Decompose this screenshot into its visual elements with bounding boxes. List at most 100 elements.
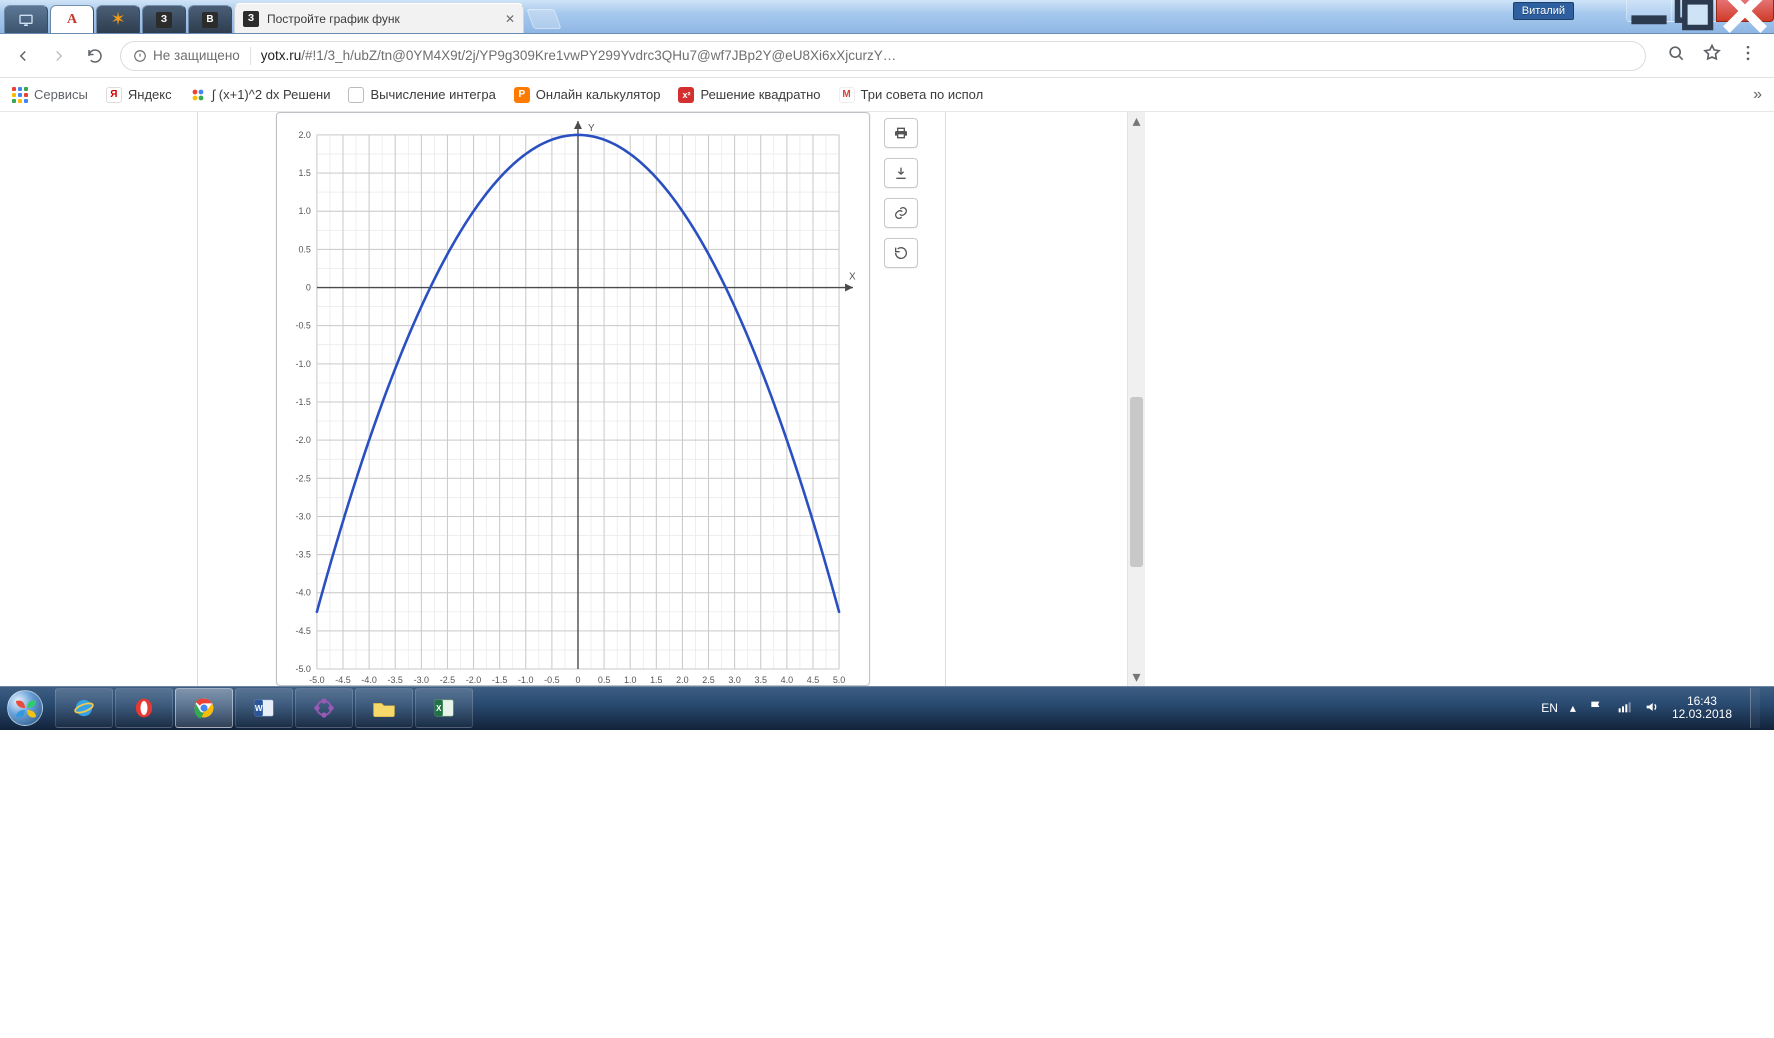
bookmark-favicon: M — [839, 87, 855, 103]
pinned-tab-5[interactable]: B — [188, 5, 232, 33]
omnibox-divider — [250, 47, 251, 65]
svg-text:-1.5: -1.5 — [492, 675, 507, 685]
close-button[interactable] — [1716, 0, 1774, 22]
pinned-tab-4[interactable]: З — [142, 5, 186, 33]
bookmark-favicon — [348, 87, 364, 103]
svg-text:-2.5: -2.5 — [295, 473, 310, 483]
bookmark-item-5[interactable]: M Три совета по испол — [839, 87, 984, 103]
bookmarks-overflow[interactable]: » — [1753, 86, 1762, 104]
pinned-tab-2[interactable]: A — [50, 5, 94, 33]
tray-language[interactable]: EN — [1541, 701, 1558, 715]
svg-text:0: 0 — [575, 675, 580, 685]
nav-forward-icon[interactable] — [48, 45, 70, 67]
tray-network-icon[interactable] — [1616, 699, 1632, 718]
bookmark-label: Вычисление интегра — [370, 87, 495, 102]
reload-icon[interactable] — [84, 45, 106, 67]
tray-flag-icon[interactable] — [1588, 699, 1604, 718]
download-button[interactable] — [884, 158, 918, 188]
tab-close-icon[interactable]: ✕ — [505, 12, 515, 26]
svg-text:X: X — [436, 704, 442, 713]
bookmark-item-2[interactable]: Вычисление интегра — [348, 87, 495, 103]
svg-text:-0.5: -0.5 — [544, 675, 559, 685]
star-icon[interactable] — [1702, 43, 1722, 68]
apps-label: Сервисы — [34, 87, 88, 102]
menu-icon[interactable] — [1738, 43, 1758, 68]
profile-chip[interactable]: Виталий — [1513, 2, 1574, 20]
bookmarks-bar: Сервисы Я Яндекс ∫ (x+1)^2 dx Решени Выч… — [0, 78, 1774, 112]
taskbar: W X EN ▴ 16:43 12.03.2018 — [0, 686, 1774, 730]
bookmark-label: Онлайн калькулятор — [536, 87, 661, 102]
svg-text:3.0: 3.0 — [728, 675, 740, 685]
svg-text:Y: Y — [588, 123, 595, 134]
omnibox[interactable]: Не защищено yotx.ru/#!1/3_h/ubZ/tn@0YM4X… — [120, 41, 1646, 71]
security-status-text: Не защищено — [153, 48, 240, 63]
pinned-tab-1[interactable] — [4, 5, 48, 33]
minimize-button[interactable] — [1626, 0, 1672, 22]
svg-text:-2.0: -2.0 — [295, 435, 310, 445]
svg-text:3.5: 3.5 — [755, 675, 767, 685]
address-bar: Не защищено yotx.ru/#!1/3_h/ubZ/tn@0YM4X… — [0, 34, 1774, 78]
bookmark-label: Три совета по испол — [861, 87, 984, 102]
svg-text:4.0: 4.0 — [781, 675, 793, 685]
windows-orb-icon — [7, 690, 43, 726]
taskbar-ie[interactable] — [55, 688, 113, 728]
svg-text:-1.0: -1.0 — [295, 359, 310, 369]
svg-text:0: 0 — [306, 283, 311, 293]
share-button[interactable] — [884, 238, 918, 268]
taskbar-excel[interactable]: X — [415, 688, 473, 728]
svg-text:2.0: 2.0 — [298, 130, 310, 140]
link-button[interactable] — [884, 198, 918, 228]
url-text: yotx.ru/#!1/3_h/ubZ/tn@0YM4X9t/2j/YP9g30… — [261, 48, 1633, 63]
tray-volume-icon[interactable] — [1644, 699, 1660, 718]
bookmark-favicon: x² — [678, 87, 694, 103]
window-titlebar: A ✶ З B З Постройте график функ ✕ Витали… — [0, 0, 1774, 34]
taskbar-word[interactable]: W — [235, 688, 293, 728]
zoom-icon[interactable] — [1666, 43, 1686, 68]
svg-text:W: W — [255, 704, 263, 713]
svg-text:-1.5: -1.5 — [295, 397, 310, 407]
svg-text:1.5: 1.5 — [650, 675, 662, 685]
tray-chevron-up-icon[interactable]: ▴ — [1570, 701, 1576, 715]
chart-svg: YX2.01.51.00.50-0.5-1.0-1.5-2.0-2.5-3.0-… — [277, 113, 869, 685]
svg-text:-4.5: -4.5 — [295, 626, 310, 636]
active-tab-title: Постройте график функ — [267, 12, 400, 26]
svg-text:2.5: 2.5 — [702, 675, 714, 685]
taskbar-explorer[interactable] — [355, 688, 413, 728]
security-status: Не защищено — [133, 48, 240, 63]
print-button[interactable] — [884, 118, 918, 148]
address-actions — [1666, 43, 1758, 68]
new-tab-button[interactable] — [526, 9, 561, 29]
nav-back-icon[interactable] — [12, 45, 34, 67]
taskbar-geogebra[interactable] — [295, 688, 353, 728]
scrollbar-vertical[interactable]: ▴ ▾ — [1127, 112, 1145, 686]
svg-text:-3.0: -3.0 — [414, 675, 429, 685]
svg-text:-3.5: -3.5 — [295, 550, 310, 560]
start-button[interactable] — [0, 686, 50, 730]
svg-text:1.5: 1.5 — [298, 168, 310, 178]
bookmark-label: ∫ (x+1)^2 dx Решени — [212, 87, 331, 102]
system-tray: EN ▴ 16:43 12.03.2018 — [1541, 688, 1766, 728]
blank-area — [0, 730, 1774, 1038]
tabs-strip: A ✶ З B З Постройте график функ ✕ — [0, 0, 558, 33]
active-tab[interactable]: З Постройте график функ ✕ — [234, 3, 524, 33]
window-controls — [1627, 0, 1774, 22]
show-desktop-button[interactable] — [1750, 688, 1760, 728]
taskbar-opera[interactable] — [115, 688, 173, 728]
svg-text:1.0: 1.0 — [624, 675, 636, 685]
taskbar-chrome[interactable] — [175, 688, 233, 728]
bookmark-item-0[interactable]: Я Яндекс — [106, 87, 172, 103]
apps-icon — [12, 87, 28, 103]
scroll-thumb[interactable] — [1130, 397, 1143, 567]
pinned-tab-3[interactable]: ✶ — [96, 5, 140, 33]
bookmark-item-3[interactable]: P Онлайн калькулятор — [514, 87, 661, 103]
bookmark-item-4[interactable]: x² Решение квадратно — [678, 87, 820, 103]
bookmark-item-1[interactable]: ∫ (x+1)^2 dx Решени — [190, 87, 331, 103]
bookmark-favicon: P — [514, 87, 530, 103]
maximize-button[interactable] — [1671, 0, 1717, 22]
svg-text:-5.0: -5.0 — [295, 664, 310, 674]
apps-shortcut[interactable]: Сервисы — [12, 87, 88, 103]
scroll-up-icon[interactable]: ▴ — [1128, 112, 1145, 130]
active-tab-favicon: З — [243, 11, 259, 27]
tray-clock[interactable]: 16:43 12.03.2018 — [1672, 695, 1732, 721]
scroll-down-icon[interactable]: ▾ — [1128, 668, 1145, 686]
